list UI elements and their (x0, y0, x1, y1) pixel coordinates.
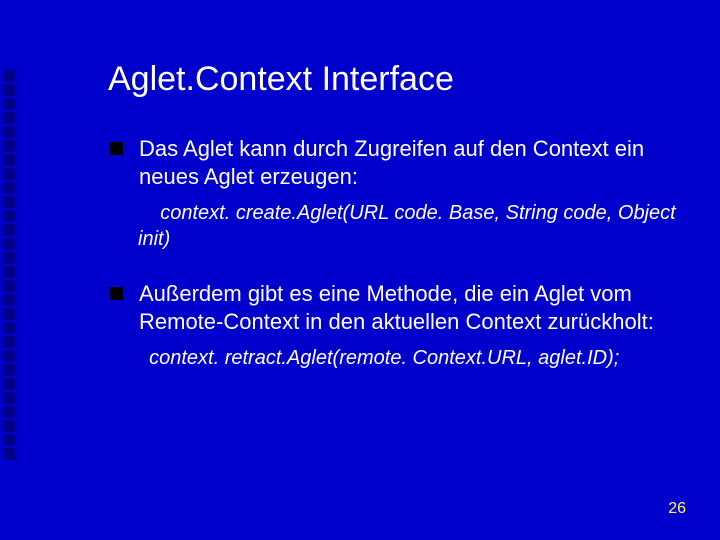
slide-container: Aglet.Context Interface Das Aglet kann d… (0, 0, 720, 540)
square-bullet-icon (110, 142, 123, 155)
slide-title: Aglet.Context Interface (108, 60, 680, 99)
page-number: 26 (668, 500, 686, 518)
code-snippet: context. retract.Aglet(remote. Context.U… (138, 345, 680, 371)
slide-content: Das Aglet kann durch Zugreifen auf den C… (110, 135, 680, 371)
bullet-text: Das Aglet kann durch Zugreifen auf den C… (139, 135, 680, 190)
square-bullet-icon (110, 287, 123, 300)
bullet-item: Das Aglet kann durch Zugreifen auf den C… (110, 135, 680, 190)
bullet-item: Außerdem gibt es eine Methode, die ein A… (110, 280, 680, 335)
bullet-text: Außerdem gibt es eine Methode, die ein A… (139, 280, 680, 335)
code-snippet: context. create.Aglet(URL code. Base, St… (138, 200, 680, 252)
